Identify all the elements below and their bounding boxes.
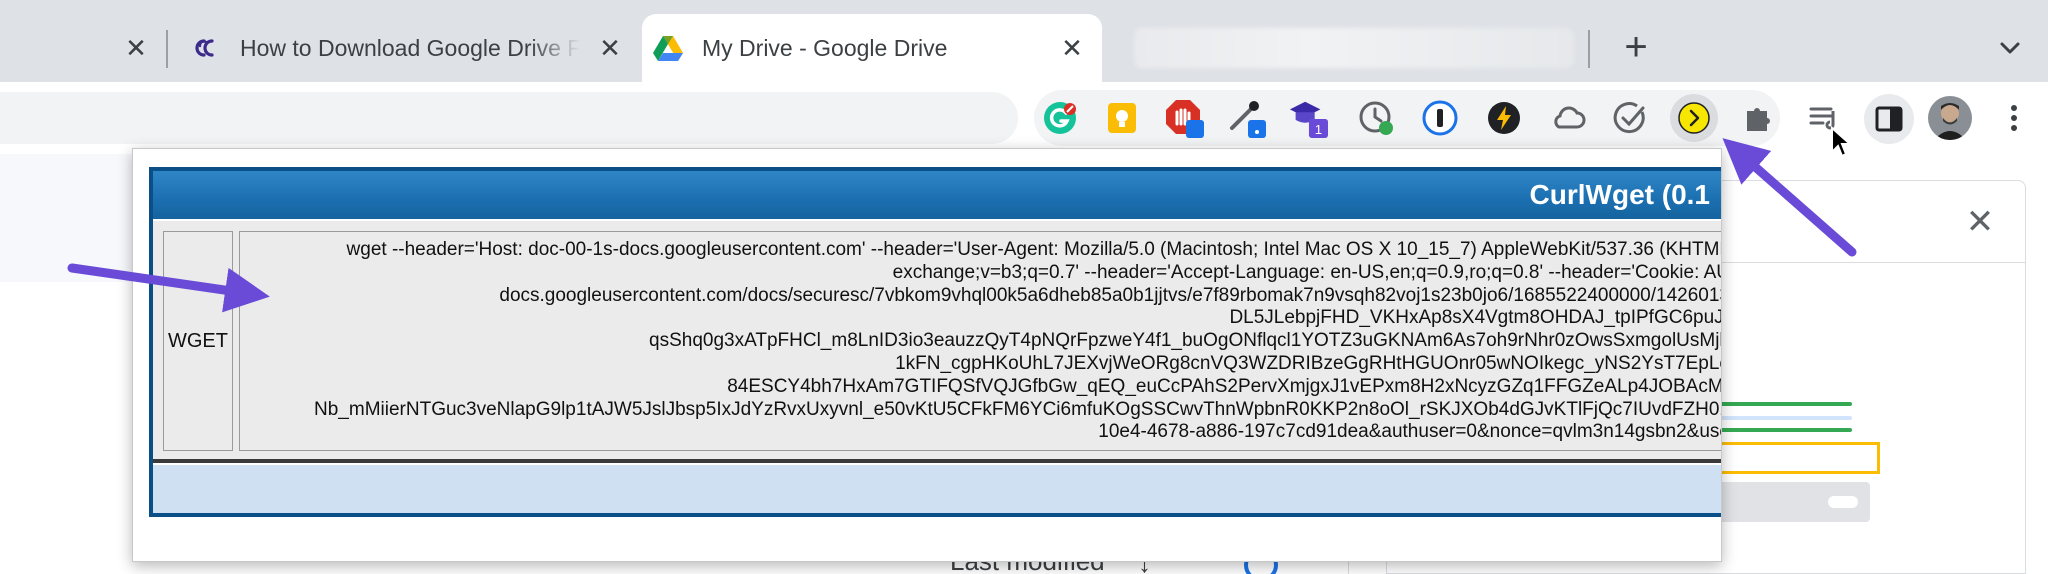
- puzzle-extensions-icon[interactable]: [1738, 98, 1778, 138]
- tab-title: How to Download Google Drive Files with …: [240, 34, 580, 61]
- tab-title: My Drive - Google Drive: [702, 34, 948, 61]
- address-bar[interactable]: [0, 92, 1018, 144]
- command-line: qsShq0g3xATpFHCl_m8LnID3io3eauzzQyT4pNQr…: [649, 330, 1722, 352]
- command-line: Nb_mMiierNTGuc3veNlapG9lp1tAJW5JslJbsp5I…: [314, 398, 1722, 420]
- previous-tab-close-icon[interactable]: ✕: [122, 34, 150, 62]
- mouse-cursor-icon: [1831, 126, 1853, 158]
- new-tab-button[interactable]: +: [1616, 27, 1656, 68]
- command-line: 84ESCY4bh7HxAm7GTIFQSfVQJGfbGw_qEQ_euCcP…: [727, 375, 1722, 397]
- wget-row-label: WGET: [163, 231, 233, 451]
- command-line: DL5JLebpjFHD_VKHxAp8sX4Vgtm8OHDAJ_tpIPfG…: [1229, 307, 1722, 329]
- command-line: 1kFN_cgpHKoUhL7JEXvjWeORg8cnVQ3WZDRIBzeG…: [895, 352, 1722, 374]
- profile-avatar[interactable]: [1928, 96, 1972, 140]
- grammarly-icon[interactable]: [1040, 98, 1080, 138]
- extensions-bar: [1034, 90, 1780, 146]
- adblock-hand-icon[interactable]: [1164, 98, 1204, 138]
- google-drive-logo-icon: [653, 36, 683, 61]
- kebab-menu-icon[interactable]: [1994, 98, 2034, 138]
- tab-separator: [1588, 30, 1590, 68]
- command-line: wget --header='Host: doc-00-1s-docs.goog…: [346, 239, 1722, 260]
- curlwget-popup: CurlWget (0.1 WGET wget --header='Host: …: [132, 148, 1722, 562]
- command-line: exchange;v=b3;q=0.7' --header='Accept-La…: [892, 261, 1722, 283]
- cloud-icon[interactable]: [1548, 98, 1588, 138]
- drive-search-area: [0, 154, 140, 282]
- browser-toolbar: 1: [0, 82, 2048, 154]
- curlwget-icon[interactable]: [1670, 94, 1718, 142]
- lightning-icon[interactable]: [1484, 98, 1524, 138]
- toggle-knob: [1828, 496, 1858, 508]
- tab-strip: ✕ How to Download Google Drive Files wit…: [0, 0, 2048, 82]
- clock-check-icon[interactable]: [1356, 98, 1396, 138]
- tab-close-icon[interactable]: ✕: [1058, 34, 1086, 62]
- extension-badge-count: 1: [1315, 122, 1322, 137]
- wget-command-text[interactable]: wget --header='Host: doc-00-1s-docs.goog…: [239, 231, 1722, 451]
- graduation-cap-icon[interactable]: 1: [1288, 98, 1328, 138]
- side-panel-icon[interactable]: [1864, 94, 1914, 144]
- command-line: docs.googleusercontent.com/docs/securesc…: [499, 284, 1722, 306]
- chevron-down-icon[interactable]: [1994, 32, 2026, 64]
- popup-body: WGET wget --header='Host: doc-00-1s-docs…: [153, 219, 1722, 459]
- tab-close-icon[interactable]: ✕: [596, 34, 624, 62]
- 1password-icon[interactable]: [1420, 98, 1460, 138]
- eyedropper-icon[interactable]: [1226, 98, 1266, 138]
- blurred-tab[interactable]: [1134, 28, 1574, 68]
- popup-frame: CurlWget (0.1 WGET wget --header='Host: …: [149, 167, 1722, 517]
- details-close-icon[interactable]: ✕: [1962, 204, 1998, 240]
- tab-how-to-download[interactable]: How to Download Google Drive Files with …: [180, 14, 640, 82]
- popup-title: CurlWget (0.1: [1529, 179, 1710, 210]
- popup-header: CurlWget (0.1: [153, 171, 1721, 219]
- tab-my-drive[interactable]: My Drive - Google Drive ✕: [642, 14, 1102, 82]
- keep-bulb-icon[interactable]: [1102, 98, 1142, 138]
- command-line: 10e4-4678-a886-197c7cd91dea&authuser=0&n…: [1098, 421, 1722, 443]
- popup-footer: [153, 463, 1721, 513]
- cloudconvert-logo-icon: [195, 39, 214, 57]
- check-circle-icon[interactable]: [1610, 98, 1650, 138]
- tab-separator: [166, 30, 168, 68]
